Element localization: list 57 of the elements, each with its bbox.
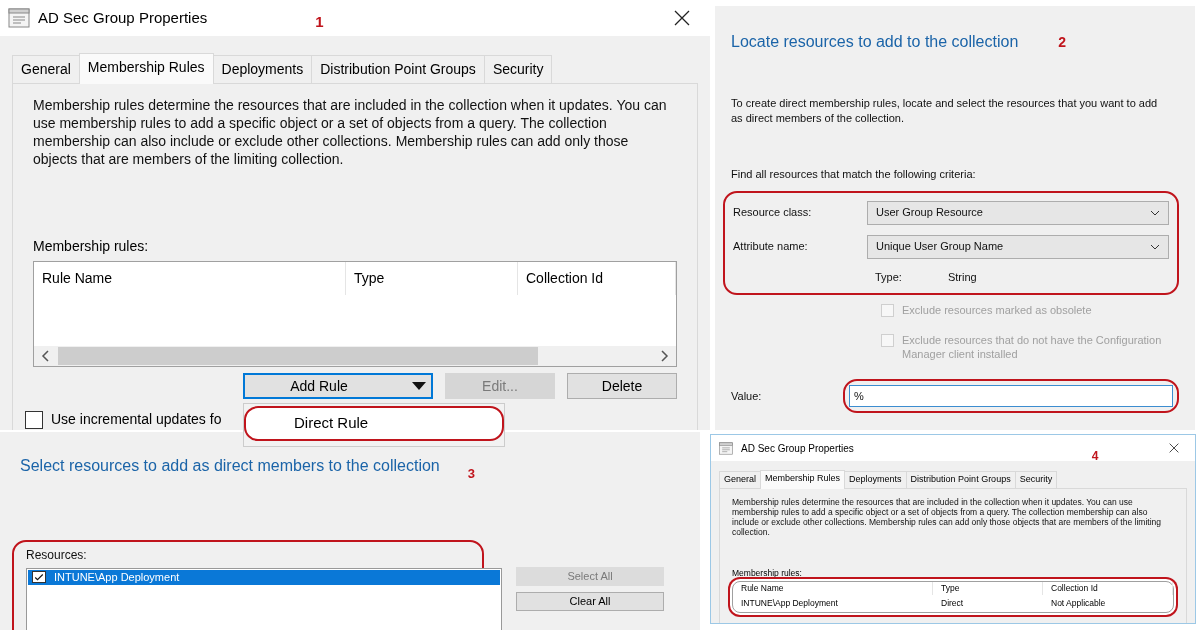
- field-label: Resource class:: [733, 205, 813, 221]
- description-text: Membership rules determine the resources that are included in the collection when it updates. You can use membership rules to add a specific object or a set of objects from a query. The collection membership can also include or exclude other collections. Membership rules can add only those objects that are members of the limiting collection.: [33, 96, 668, 168]
- window-title: AD Sec Group Properties: [741, 441, 854, 456]
- tab[interactable]: General: [12, 55, 80, 83]
- menu-item[interactable]: Direct Rule: [244, 406, 504, 441]
- field-label: Value:: [731, 388, 763, 404]
- checkbox-label: Use incremental updates fo: [51, 410, 222, 429]
- column-header[interactable]: Collection Id: [1043, 582, 1173, 595]
- table-cell-text: Not Applicable: [1050, 597, 1107, 610]
- dropdown-field[interactable]: User Group Resource: [867, 200, 1169, 225]
- tab[interactable]: Membership Rules: [78, 53, 214, 84]
- table-cell-text: Direct: [940, 597, 965, 610]
- tab[interactable]: Security: [483, 55, 553, 83]
- step-number: 3: [467, 465, 475, 483]
- caret-icon: [411, 382, 426, 390]
- dialog-button[interactable]: Delete: [567, 373, 677, 399]
- resources-label: Resources:: [26, 546, 88, 564]
- tab[interactable]: Security: [1014, 471, 1058, 488]
- type-label: Type:: [875, 269, 902, 285]
- section-label: Membership rules:: [732, 566, 803, 580]
- intro-text: To create direct membership rules, locate and select the resources that you want to add as direct members of the collection.: [731, 96, 1159, 126]
- column-header[interactable]: Collection Id: [518, 262, 676, 295]
- column-header[interactable]: Type: [933, 582, 1043, 595]
- column-header[interactable]: Type: [346, 262, 518, 295]
- window-title: AD Sec Group Properties: [38, 7, 208, 28]
- option-label: Exclude resources that do not have the Configuration Manager client installed: [902, 333, 1163, 361]
- tab[interactable]: Membership Rules: [760, 470, 846, 489]
- window-icon: [8, 8, 30, 28]
- list-item[interactable]: INTUNE\App Deployment: [28, 569, 500, 585]
- type-value: String: [947, 269, 977, 285]
- checkbox[interactable]: [25, 410, 43, 429]
- option-label: Exclude resources marked as obsolete: [902, 303, 1092, 317]
- checkbox[interactable]: [32, 571, 46, 583]
- tab[interactable]: General: [719, 471, 762, 488]
- step-number: 4: [1091, 448, 1099, 465]
- field-label: Attribute name:: [733, 239, 809, 255]
- page-heading: Locate resources to add to the collection: [731, 32, 1019, 52]
- chevron-down-icon: [1150, 209, 1160, 216]
- page-heading: Select resources to add as direct members to the collection: [20, 455, 440, 476]
- table-cell-text: INTUNE\App Deployment: [740, 597, 839, 610]
- criteria-label: Find all resources that match the following criteria:: [731, 167, 977, 182]
- horizontal-scrollbar[interactable]: [34, 346, 676, 366]
- column-header[interactable]: Rule Name: [733, 582, 933, 595]
- section-label: Membership rules:: [33, 237, 150, 256]
- step-number: 1: [315, 11, 324, 32]
- column-header[interactable]: Rule Name: [34, 262, 346, 295]
- check-icon: [34, 572, 44, 582]
- value-field[interactable]: %: [849, 385, 1173, 407]
- dropdown-field[interactable]: Unique User Group Name: [867, 234, 1169, 259]
- step-number: 2: [1058, 32, 1067, 52]
- add-rule-dropdown[interactable]: Add Rule: [243, 373, 433, 399]
- close-icon[interactable]: [674, 10, 690, 26]
- window-icon: [719, 441, 733, 455]
- dialog-button[interactable]: Clear All: [516, 591, 664, 611]
- description-text: Membership rules determine the resources that are included in the collection when it updates. You can use membership rules to add a specific object or a set of objects from a query. The collection membership can also include or exclude other collections. Membership rules can add only those objects that are members of the limiting collection.: [732, 496, 1162, 537]
- chevron-down-icon: [1150, 243, 1160, 250]
- close-icon[interactable]: [1169, 443, 1179, 453]
